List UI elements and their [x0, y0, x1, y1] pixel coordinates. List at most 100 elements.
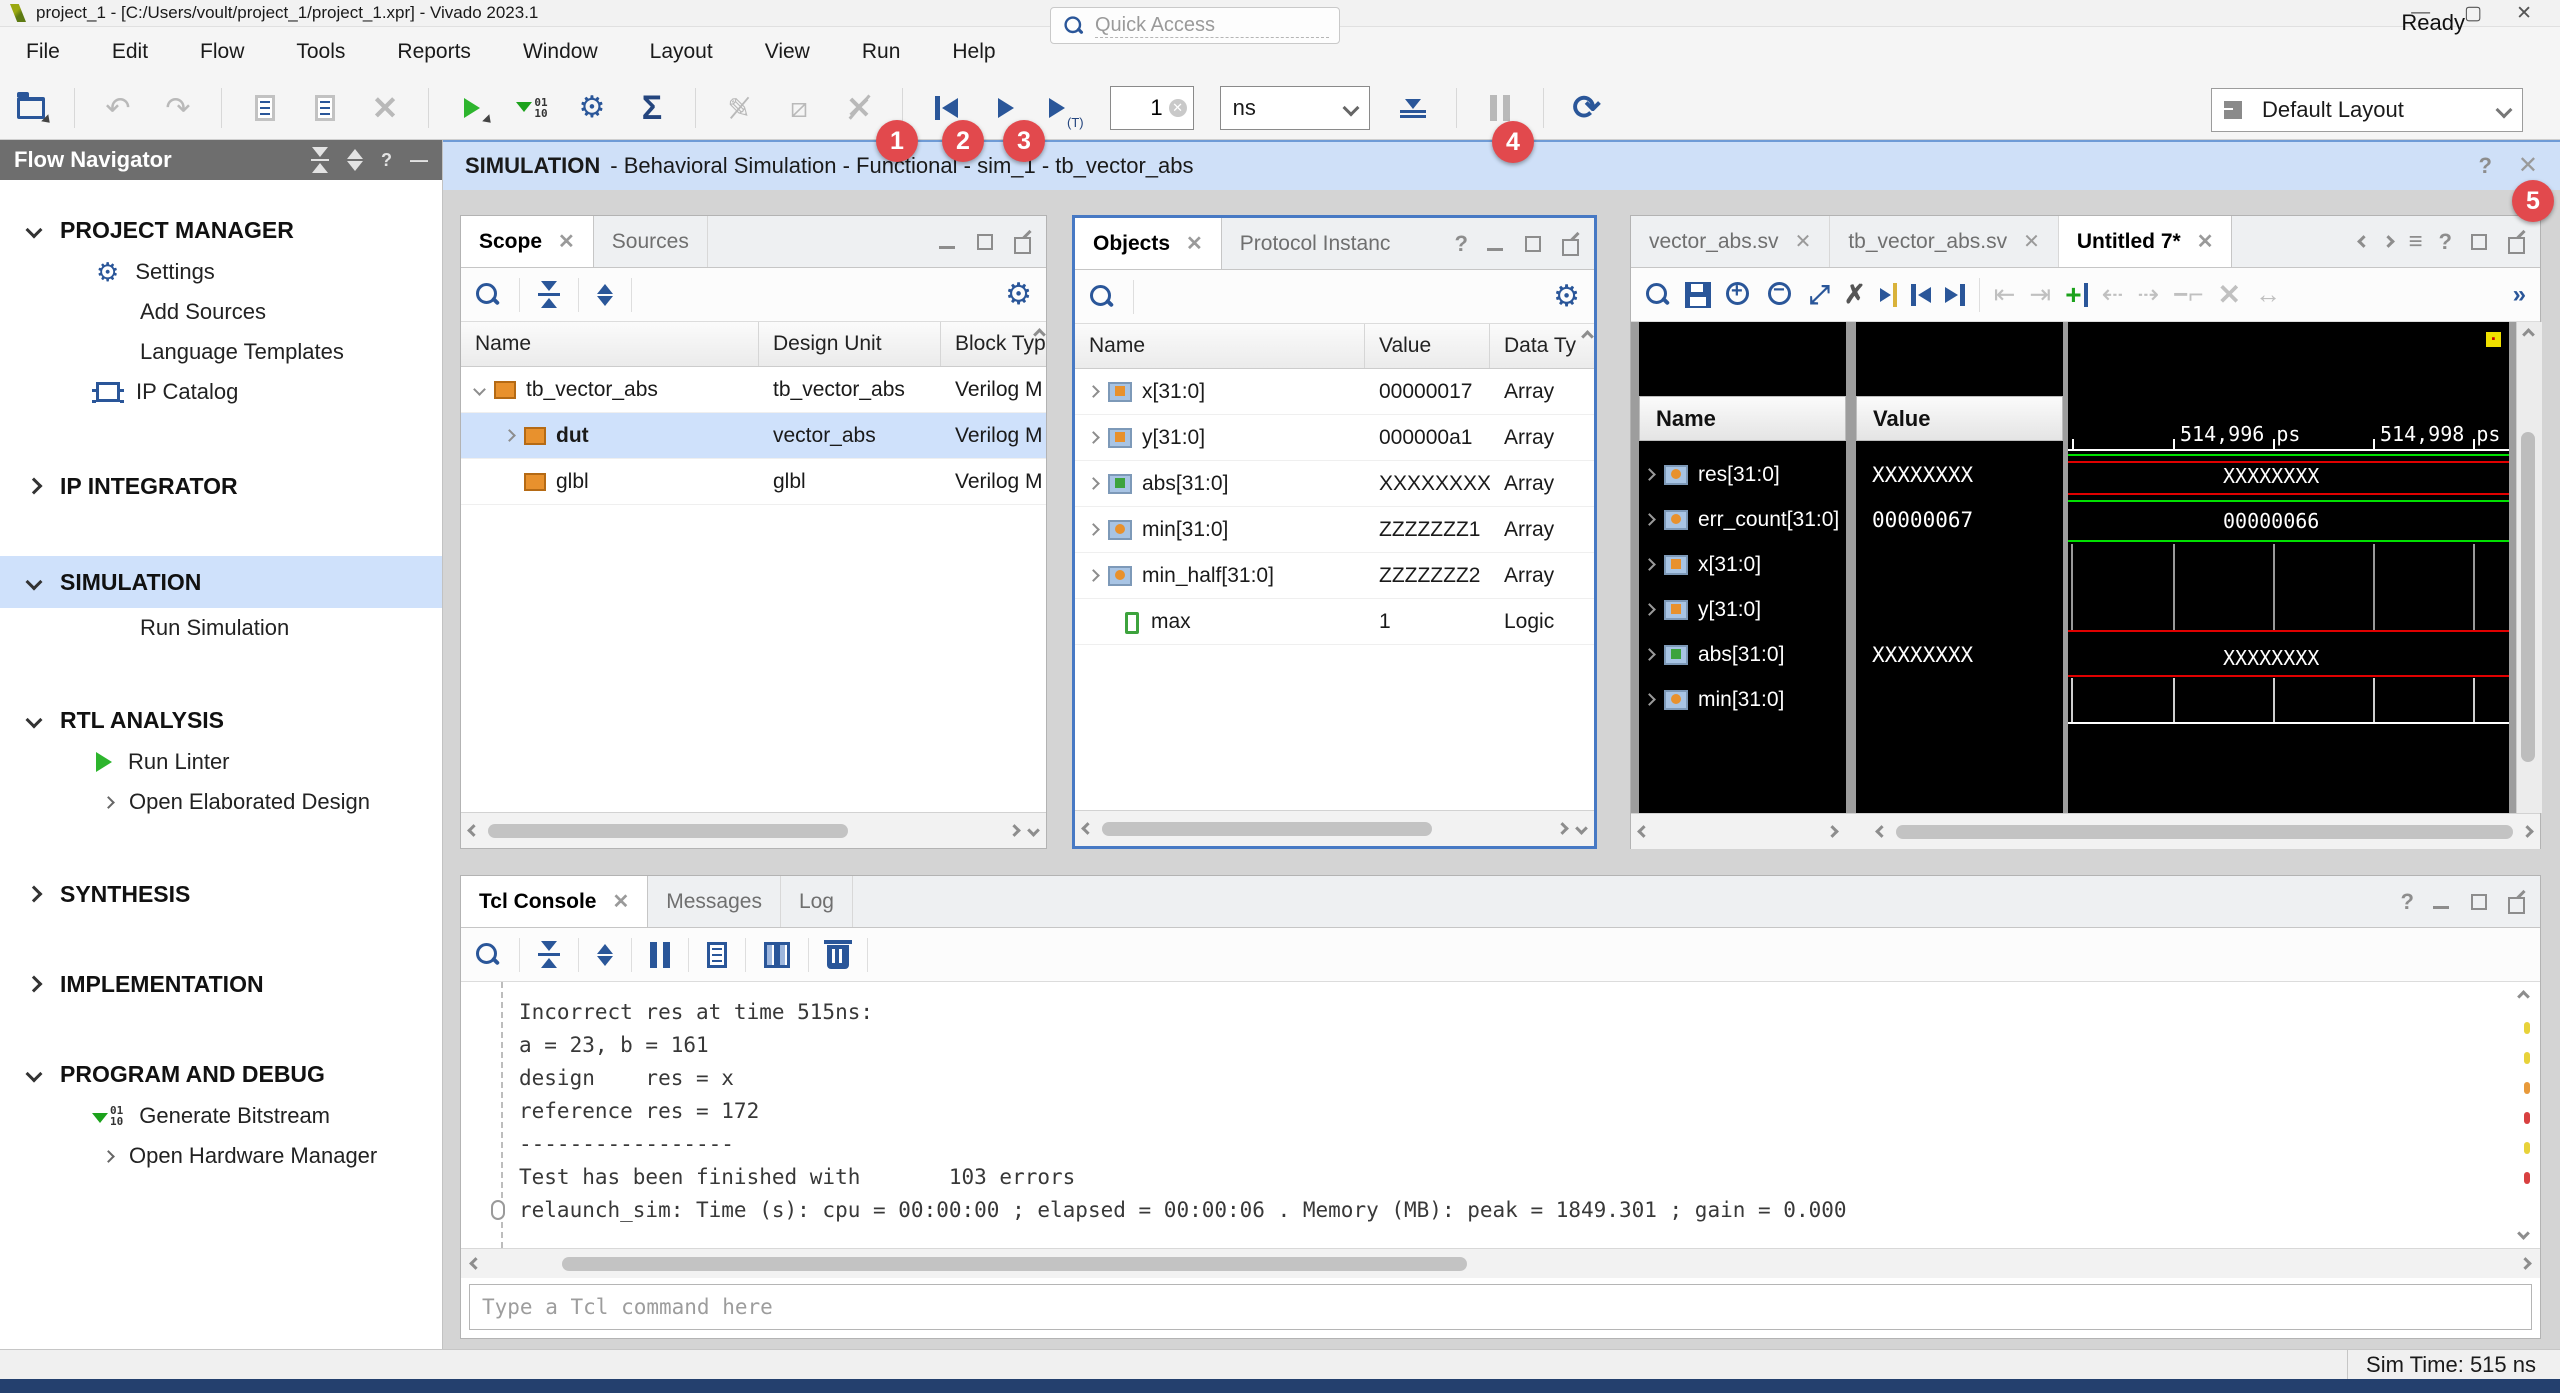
tab-untitled-7[interactable]: Untitled 7*✕	[2059, 216, 2233, 267]
nav-item-language-templates[interactable]: Language Templates	[0, 332, 442, 372]
console-output[interactable]: Incorrect res at time 515ns: a = 23, b =…	[461, 982, 2540, 1248]
expand-all-icon[interactable]	[597, 284, 613, 306]
chevron-right-icon[interactable]	[1643, 603, 1656, 616]
chevron-right-icon[interactable]	[1087, 569, 1100, 582]
menu-layout[interactable]: Layout	[624, 32, 739, 72]
search-icon[interactable]	[475, 942, 501, 968]
menu-window[interactable]: Window	[497, 32, 624, 72]
sim-run-for-time-button[interactable]: (T)	[1049, 86, 1084, 130]
pause-output-icon[interactable]	[650, 942, 670, 968]
window-maximize-icon[interactable]: ▢	[2464, 2, 2482, 25]
scroll-left-icon[interactable]	[1081, 822, 1094, 835]
nav-item-run-linter[interactable]: Run Linter	[0, 742, 442, 782]
table-row[interactable]: glbl glbl Verilog M	[461, 459, 1046, 505]
help-icon[interactable]: ?	[2478, 153, 2491, 179]
tab-scroll-right-icon[interactable]	[2382, 235, 2395, 248]
error-mark[interactable]	[2524, 1112, 2530, 1124]
nav-item-run-simulation[interactable]: Run Simulation	[0, 608, 442, 648]
collapse-all-icon[interactable]	[311, 147, 329, 173]
warning-mark[interactable]	[2524, 1022, 2530, 1034]
scrollbar-thumb[interactable]	[1896, 825, 2513, 839]
table-row[interactable]: abs[31:0] XXXXXXXX Array	[1075, 461, 1594, 507]
scroll-left-icon[interactable]	[1875, 825, 1888, 838]
redo-button[interactable]: ↷	[161, 86, 195, 130]
nav-item-open-elaborated-design[interactable]: Open Elaborated Design	[0, 782, 442, 822]
nav-section-synthesis[interactable]: SYNTHESIS	[0, 872, 442, 916]
run-button[interactable]	[455, 86, 489, 130]
sim-time-unit-select[interactable]: ns	[1220, 86, 1370, 130]
close-icon[interactable]: ✕	[2023, 232, 2040, 252]
column-design-unit[interactable]: Design Unit	[759, 322, 941, 366]
copy-button[interactable]	[248, 86, 282, 130]
copy-icon[interactable]	[707, 942, 727, 968]
chevron-right-icon[interactable]	[1087, 523, 1100, 536]
close-icon[interactable]: ✕	[2518, 154, 2538, 178]
open-project-button[interactable]	[14, 86, 48, 130]
wave-canvas[interactable]: ▪ 514,996 ps 514,998 ps XXXXXXXX 0000006…	[2068, 322, 2509, 813]
error-mark[interactable]	[2524, 1172, 2530, 1184]
nav-section-project-manager[interactable]: PROJECT MANAGER	[0, 208, 442, 252]
maximize-icon[interactable]	[1522, 233, 1544, 255]
wave-signal-row[interactable]: y[31:0]	[1639, 587, 1846, 632]
cursor-disabled-icon[interactable]: ✗	[1844, 279, 1866, 310]
wave-signal-row[interactable]: err_count[31:0]	[1639, 497, 1846, 542]
toolbar-overflow-icon[interactable]: »	[2513, 281, 2526, 309]
menu-view[interactable]: View	[739, 32, 836, 72]
undo-button[interactable]: ↶	[101, 86, 135, 130]
scroll-up-icon[interactable]	[2522, 328, 2535, 341]
zoom-in-icon[interactable]	[1725, 281, 1753, 309]
settings-button[interactable]: ⚙	[575, 86, 609, 130]
warning-mark[interactable]	[2524, 1142, 2530, 1154]
chevron-right-icon[interactable]	[1643, 693, 1656, 706]
sim-step-button[interactable]	[1396, 86, 1430, 130]
column-name[interactable]: Name	[461, 322, 759, 366]
tab-scope[interactable]: Scope ✕	[461, 216, 594, 267]
clear-console-icon[interactable]	[827, 945, 849, 969]
tab-vector-abs-sv[interactable]: vector_abs.sv✕	[1631, 216, 1830, 267]
console-hscrollbar[interactable]	[461, 1248, 2540, 1278]
scrollbar-thumb[interactable]	[562, 1257, 1467, 1271]
wave-hscrollbar[interactable]	[1631, 813, 2540, 849]
scrollbar-thumb[interactable]	[2521, 432, 2535, 762]
column-block-type[interactable]: Block Typ	[941, 322, 1046, 366]
column-name[interactable]: Name	[1075, 324, 1365, 368]
scroll-left-icon[interactable]	[467, 824, 480, 837]
wave-signal-row[interactable]: res[31:0]	[1639, 452, 1846, 497]
table-row[interactable]: max 1 Logic	[1075, 599, 1594, 645]
tab-list-icon[interactable]: ≡	[2409, 228, 2423, 256]
zoom-out-icon[interactable]	[1767, 281, 1795, 309]
menu-edit[interactable]: Edit	[86, 32, 174, 72]
nav-item-add-sources[interactable]: Add Sources	[0, 292, 442, 332]
tab-log[interactable]: Log	[781, 876, 853, 927]
scroll-right-icon[interactable]	[1008, 824, 1021, 837]
paste-button[interactable]	[308, 86, 342, 130]
table-row[interactable]: y[31:0] 000000a1 Array	[1075, 415, 1594, 461]
nav-section-ip-integrator[interactable]: IP INTEGRATOR	[0, 464, 442, 508]
help-icon[interactable]: ?	[2401, 889, 2414, 915]
table-row[interactable]: tb_vector_abs tb_vector_abs Verilog M	[461, 367, 1046, 413]
clear-icon[interactable]: ✕	[1169, 99, 1187, 117]
wave-name-header[interactable]: Name	[1639, 396, 1846, 441]
warning-mark[interactable]	[2524, 1082, 2530, 1094]
close-icon[interactable]: ✕	[1186, 234, 1203, 254]
column-value[interactable]: Value	[1365, 324, 1490, 368]
previous-transition-icon[interactable]	[1911, 284, 1931, 306]
chevron-right-icon[interactable]	[503, 429, 516, 442]
nav-section-program-and-debug[interactable]: PROGRAM AND DEBUG	[0, 1052, 442, 1096]
tcl-command-inputbox[interactable]	[469, 1284, 2532, 1330]
chevron-right-icon[interactable]	[1643, 468, 1656, 481]
nav-section-rtl-analysis[interactable]: RTL ANALYSIS	[0, 698, 442, 742]
menu-flow[interactable]: Flow	[174, 32, 270, 72]
scroll-down-icon[interactable]	[2517, 1227, 2530, 1240]
tab-messages[interactable]: Messages	[648, 876, 781, 927]
maximize-icon[interactable]	[974, 231, 996, 253]
tab-protocol-instances[interactable]: Protocol Instanc	[1222, 218, 1409, 269]
help-icon[interactable]: ?	[2439, 229, 2452, 255]
wave-signal-row[interactable]: x[31:0]	[1639, 542, 1846, 587]
zoom-fit-icon[interactable]: ⤢	[1809, 279, 1830, 311]
float-icon[interactable]	[1012, 231, 1034, 253]
chevron-right-icon[interactable]	[1643, 558, 1656, 571]
scroll-left-icon[interactable]	[469, 1257, 482, 1270]
tab-tb-vector-abs-sv[interactable]: tb_vector_abs.sv✕	[1830, 216, 2059, 267]
nav-item-open-hardware-manager[interactable]: Open Hardware Manager	[0, 1136, 442, 1176]
